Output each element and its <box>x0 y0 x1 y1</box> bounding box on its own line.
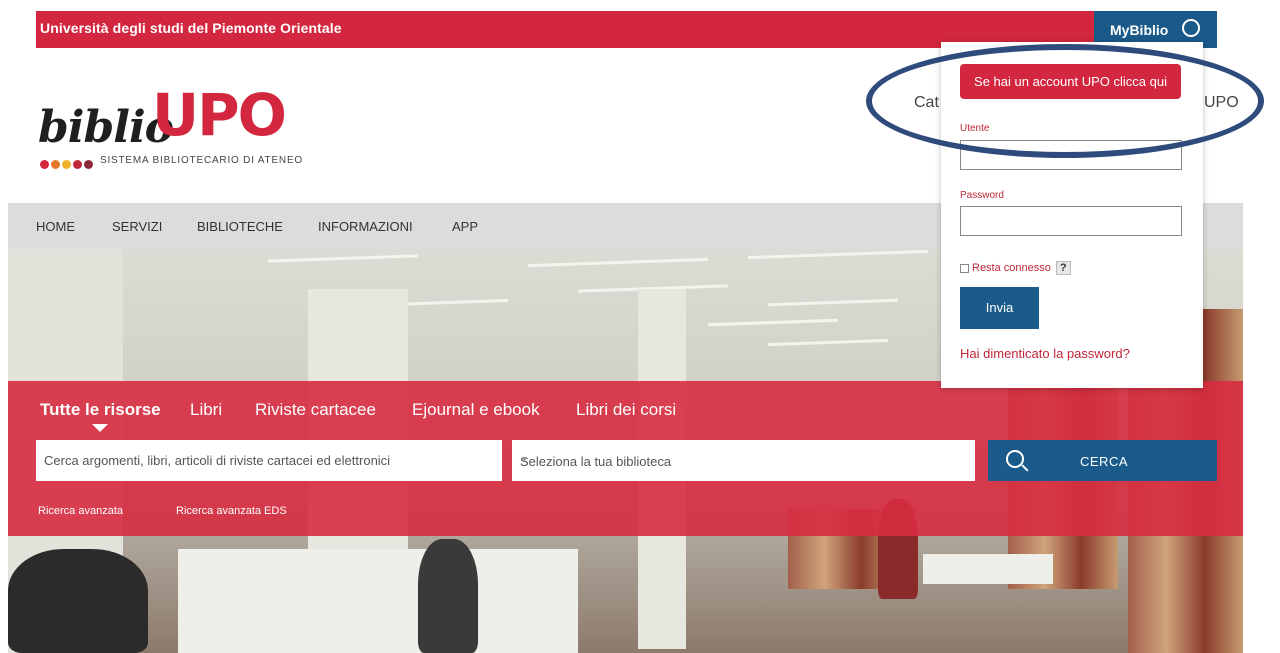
tab-tutte-le-risorse[interactable]: Tutte le risorse <box>40 400 161 420</box>
library-select[interactable]: Seleziona la tua biblioteca ▼ <box>512 440 975 481</box>
ceiling-light <box>267 254 419 263</box>
logo-dot <box>51 160 60 169</box>
nav-item-informazioni[interactable]: INFORMAZIONI <box>318 219 413 234</box>
nav-item-biblioteche[interactable]: BIBLIOTECHE <box>197 219 283 234</box>
search-button-label: CERCA <box>1080 454 1129 469</box>
nav-item-servizi[interactable]: SERVIZI <box>112 219 162 234</box>
tab-libri[interactable]: Libri <box>190 400 222 420</box>
reception-desk <box>178 549 578 653</box>
university-name[interactable]: Università degli studi del Piemonte Orie… <box>40 20 342 36</box>
nav-item-home[interactable]: HOME <box>36 219 75 234</box>
tab-riviste-cartacee[interactable]: Riviste cartacee <box>255 400 376 420</box>
remember-me: Resta connesso? <box>960 261 1071 275</box>
tab-ejournal-ebook[interactable]: Ejournal e ebook <box>412 400 540 420</box>
logo-dot <box>84 160 93 169</box>
user-icon <box>1182 19 1200 37</box>
submit-button[interactable]: Invia <box>960 287 1039 329</box>
search-button[interactable]: CERCA <box>988 440 1217 481</box>
forgot-password-link[interactable]: Hai dimenticato la password? <box>960 346 1130 361</box>
advanced-search-eds-link[interactable]: Ricerca avanzata EDS <box>176 505 287 517</box>
password-field[interactable] <box>960 206 1182 236</box>
advanced-search-link[interactable]: Ricerca avanzata <box>38 505 123 517</box>
ceiling-light <box>707 318 839 327</box>
search-input[interactable] <box>36 440 502 481</box>
active-tab-caret-icon <box>92 424 108 432</box>
ceiling-light <box>528 257 708 268</box>
biblioupo-logo[interactable]: biblio UPO SISTEMA BIBLIOTECARIO DI ATEN… <box>38 82 338 172</box>
logo-dot <box>40 160 49 169</box>
tab-libri-dei-corsi[interactable]: Libri dei corsi <box>576 400 676 420</box>
person-silhouette <box>418 539 478 653</box>
logo-dot <box>73 160 82 169</box>
logo-subtitle: SISTEMA BIBLIOTECARIO DI ATENEO <box>100 155 303 166</box>
password-label: Password <box>960 190 1004 201</box>
remember-checkbox[interactable] <box>960 263 969 273</box>
logo-upo: UPO <box>152 81 287 149</box>
search-icon <box>1006 450 1024 468</box>
annotation-ellipse <box>866 44 1264 158</box>
study-table <box>923 554 1053 584</box>
ceiling-light <box>748 249 928 260</box>
ceiling-light <box>767 338 889 347</box>
logo-dot <box>62 160 71 169</box>
mybiblio-label: MyBiblio <box>1110 22 1169 38</box>
person-silhouette <box>8 549 148 653</box>
chevron-down-icon: ▼ <box>520 454 529 464</box>
ceiling-light <box>767 298 899 307</box>
remember-label[interactable]: Resta connesso <box>972 262 1051 274</box>
help-button[interactable]: ? <box>1055 261 1071 275</box>
nav-item-app[interactable]: APP <box>452 219 478 234</box>
logo-dots <box>40 156 95 169</box>
